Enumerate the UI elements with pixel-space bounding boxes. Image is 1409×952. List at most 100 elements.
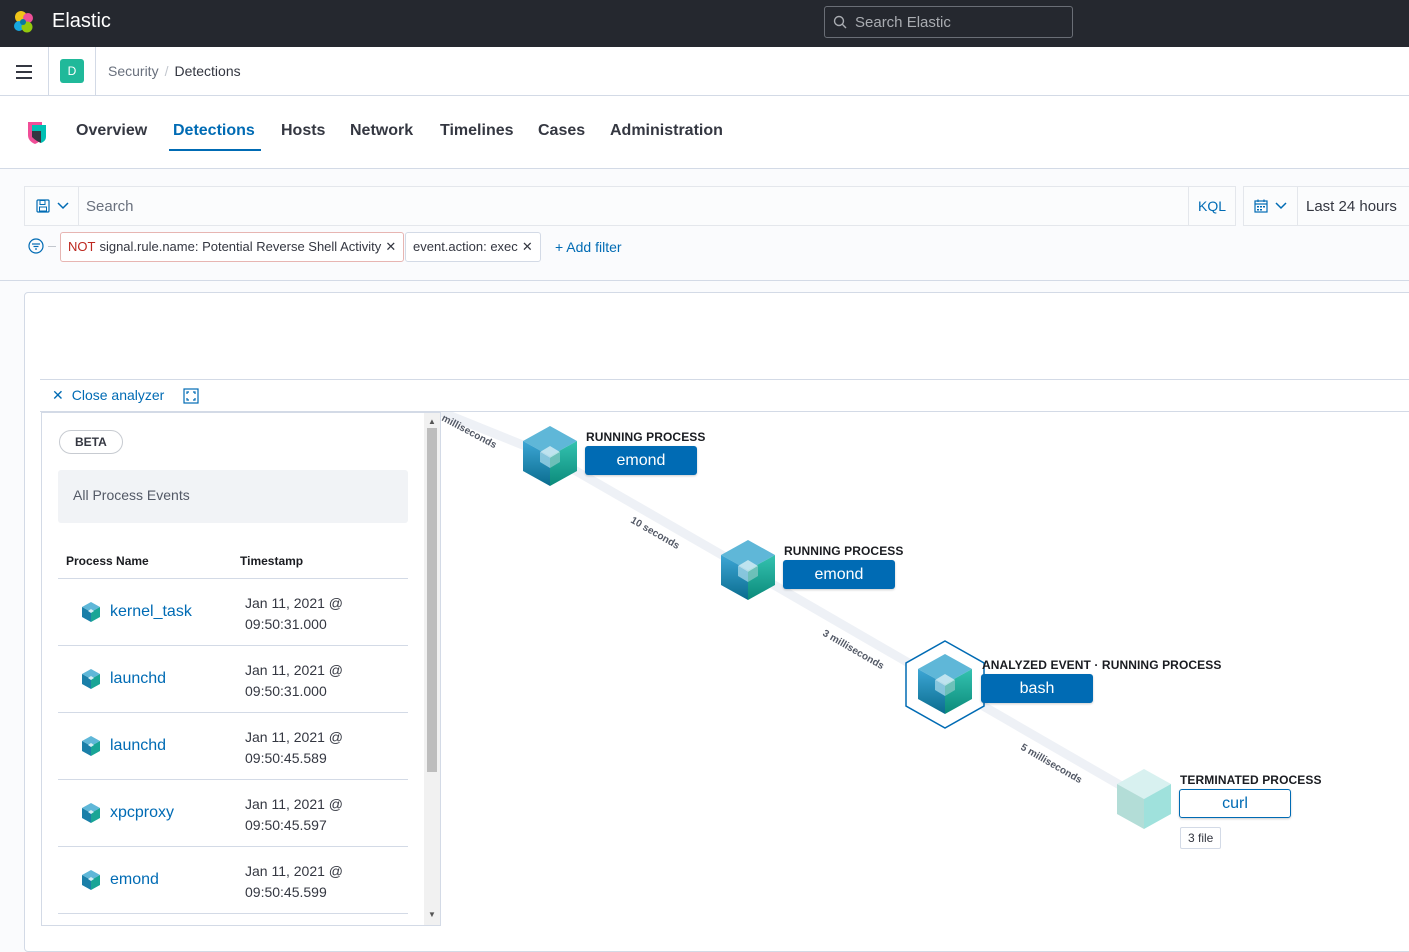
divider: [0, 280, 1409, 281]
table-row[interactable]: kernel_task Jan 11, 2021 @ 09:50:31.000: [58, 579, 408, 646]
add-filter-button[interactable]: + Add filter: [555, 239, 622, 255]
close-icon: ✕: [52, 387, 64, 403]
timestamp: Jan 11, 2021 @ 09:50:45.589: [245, 727, 365, 769]
related-events-badge[interactable]: 3 file: [1180, 827, 1222, 849]
global-search-input[interactable]: [855, 11, 1065, 33]
process-icon: [82, 736, 100, 756]
divider: [95, 47, 96, 95]
table-row[interactable]: launchd Jan 11, 2021 @ 09:50:45.589: [58, 713, 408, 780]
all-events-header: All Process Events: [58, 470, 408, 523]
process-events-panel: BETA All Process Events Process Name Tim…: [41, 412, 441, 926]
timestamp-date: Jan 11, 2021 @: [245, 796, 344, 812]
saved-queries-button[interactable]: [25, 187, 79, 225]
quick-date-button[interactable]: [1244, 187, 1298, 225]
process-name-link[interactable]: launchd: [110, 737, 166, 755]
menu-icon[interactable]: [16, 65, 32, 79]
divider: [40, 379, 1409, 380]
node-name-button[interactable]: emond: [783, 560, 895, 589]
breadcrumb-separator: /: [164, 63, 169, 79]
global-search[interactable]: [824, 6, 1073, 38]
tab-timelines[interactable]: Timelines: [440, 122, 514, 140]
node-state-label: ANALYZED EVENT · RUNNING PROCESS: [982, 658, 1222, 672]
query-bar: Search KQL: [24, 186, 1236, 226]
tab-hosts[interactable]: Hosts: [281, 122, 325, 140]
process-graph[interactable]: milliseconds 10 seconds 3 milliseconds 5…: [441, 412, 1409, 941]
breadcrumb-security[interactable]: Security: [108, 63, 159, 79]
app-title: Elastic: [52, 10, 111, 32]
close-analyzer-button[interactable]: ✕ Close analyzer: [52, 387, 164, 404]
timestamp: Jan 11, 2021 @ 09:50:45.597: [245, 794, 365, 836]
fullscreen-icon[interactable]: [183, 388, 199, 404]
timestamp: Jan 11, 2021 @ 09:50:31.000: [245, 660, 365, 702]
process-node-icon[interactable]: [523, 426, 577, 486]
chevron-down-icon: [57, 202, 69, 210]
node-name-button[interactable]: emond: [585, 446, 697, 475]
process-icon: [82, 803, 100, 823]
timestamp-date: Jan 11, 2021 @: [245, 595, 344, 611]
node-state-label: RUNNING PROCESS: [784, 544, 904, 558]
beta-badge: BETA: [59, 430, 123, 454]
remove-filter-icon[interactable]: ✕: [385, 233, 396, 261]
analyzed-process-node-icon[interactable]: [905, 640, 985, 729]
filter-pill-event-action[interactable]: event.action: exec ✕: [405, 232, 541, 262]
filter-pill-rule-name[interactable]: NOT signal.rule.name: Potential Reverse S…: [60, 232, 405, 262]
save-icon: [36, 199, 50, 213]
timestamp-time: 09:50:31.000: [245, 616, 327, 632]
node-name-button[interactable]: curl: [1179, 789, 1291, 818]
node-name-button[interactable]: bash: [981, 674, 1093, 703]
divider: [48, 246, 56, 247]
tab-detections[interactable]: Detections: [173, 122, 255, 140]
active-tab-indicator: [169, 149, 261, 151]
divider: [48, 47, 49, 95]
timestamp-time: 09:50:45.597: [245, 817, 327, 833]
process-name-link[interactable]: kernel_task: [110, 603, 192, 621]
tab-network[interactable]: Network: [350, 122, 413, 140]
process-name-link[interactable]: emond: [110, 871, 159, 889]
timestamp-date: Jan 11, 2021 @: [245, 662, 344, 678]
tab-administration[interactable]: Administration: [610, 122, 723, 140]
timestamp-time: 09:50:45.589: [245, 750, 327, 766]
timestamp-time: 09:50:31.000: [245, 683, 327, 699]
timestamp: Jan 11, 2021 @ 09:50:31.000: [245, 593, 365, 635]
calendar-icon: [1254, 199, 1268, 213]
node-state-label: TERMINATED PROCESS: [1180, 773, 1322, 787]
column-header-timestamp[interactable]: Timestamp: [240, 554, 303, 568]
scroll-down-arrow[interactable]: ▼: [428, 910, 436, 919]
process-node-icon[interactable]: [721, 540, 775, 600]
timestamp-date: Jan 11, 2021 @: [245, 729, 344, 745]
remove-filter-icon[interactable]: ✕: [522, 233, 533, 261]
scrollbar-thumb[interactable]: [427, 428, 437, 772]
timestamp-date: Jan 11, 2021 @: [245, 863, 344, 879]
terminated-process-node-icon[interactable]: [1117, 769, 1171, 829]
process-name-link[interactable]: xpcproxy: [110, 804, 174, 822]
space-avatar[interactable]: D: [60, 59, 84, 83]
elastic-logo-icon[interactable]: [11, 9, 37, 35]
process-icon: [82, 602, 100, 622]
table-row[interactable]: emond Jan 11, 2021 @ 09:50:45.599: [58, 847, 408, 914]
search-icon: [833, 15, 847, 29]
date-picker: Last 24 hours: [1243, 186, 1409, 226]
breadcrumb-detections: Detections: [174, 63, 241, 79]
all-events-label: All Process Events: [73, 487, 190, 503]
chevron-down-icon: [1275, 202, 1287, 210]
query-input[interactable]: Search: [86, 198, 134, 215]
top-header: Elastic: [0, 0, 1409, 47]
breadcrumb: Security / Detections: [108, 63, 241, 79]
time-range-label[interactable]: Last 24 hours: [1306, 198, 1397, 215]
scroll-up-arrow[interactable]: ▲: [428, 417, 436, 426]
section-tabs: Overview Detections Hosts Network Timeli…: [0, 96, 1409, 169]
security-app-icon: [28, 122, 46, 144]
table-row[interactable]: launchd Jan 11, 2021 @ 09:50:31.000: [58, 646, 408, 713]
node-state-label: RUNNING PROCESS: [586, 430, 706, 444]
table-row[interactable]: xpcproxy Jan 11, 2021 @ 09:50:45.597: [58, 780, 408, 847]
kql-language-button[interactable]: KQL: [1188, 187, 1235, 225]
close-analyzer-label: Close analyzer: [71, 387, 165, 403]
tab-cases[interactable]: Cases: [538, 122, 585, 140]
filter-text: signal.rule.name: Potential Reverse Shel…: [99, 239, 382, 254]
column-header-process-name[interactable]: Process Name: [66, 554, 149, 568]
timestamp: Jan 11, 2021 @ 09:50:45.599: [245, 861, 365, 903]
breadcrumb-bar: D Security / Detections: [0, 47, 1409, 96]
tab-overview[interactable]: Overview: [76, 122, 147, 140]
process-name-link[interactable]: launchd: [110, 670, 166, 688]
filter-options-icon[interactable]: [28, 238, 44, 254]
